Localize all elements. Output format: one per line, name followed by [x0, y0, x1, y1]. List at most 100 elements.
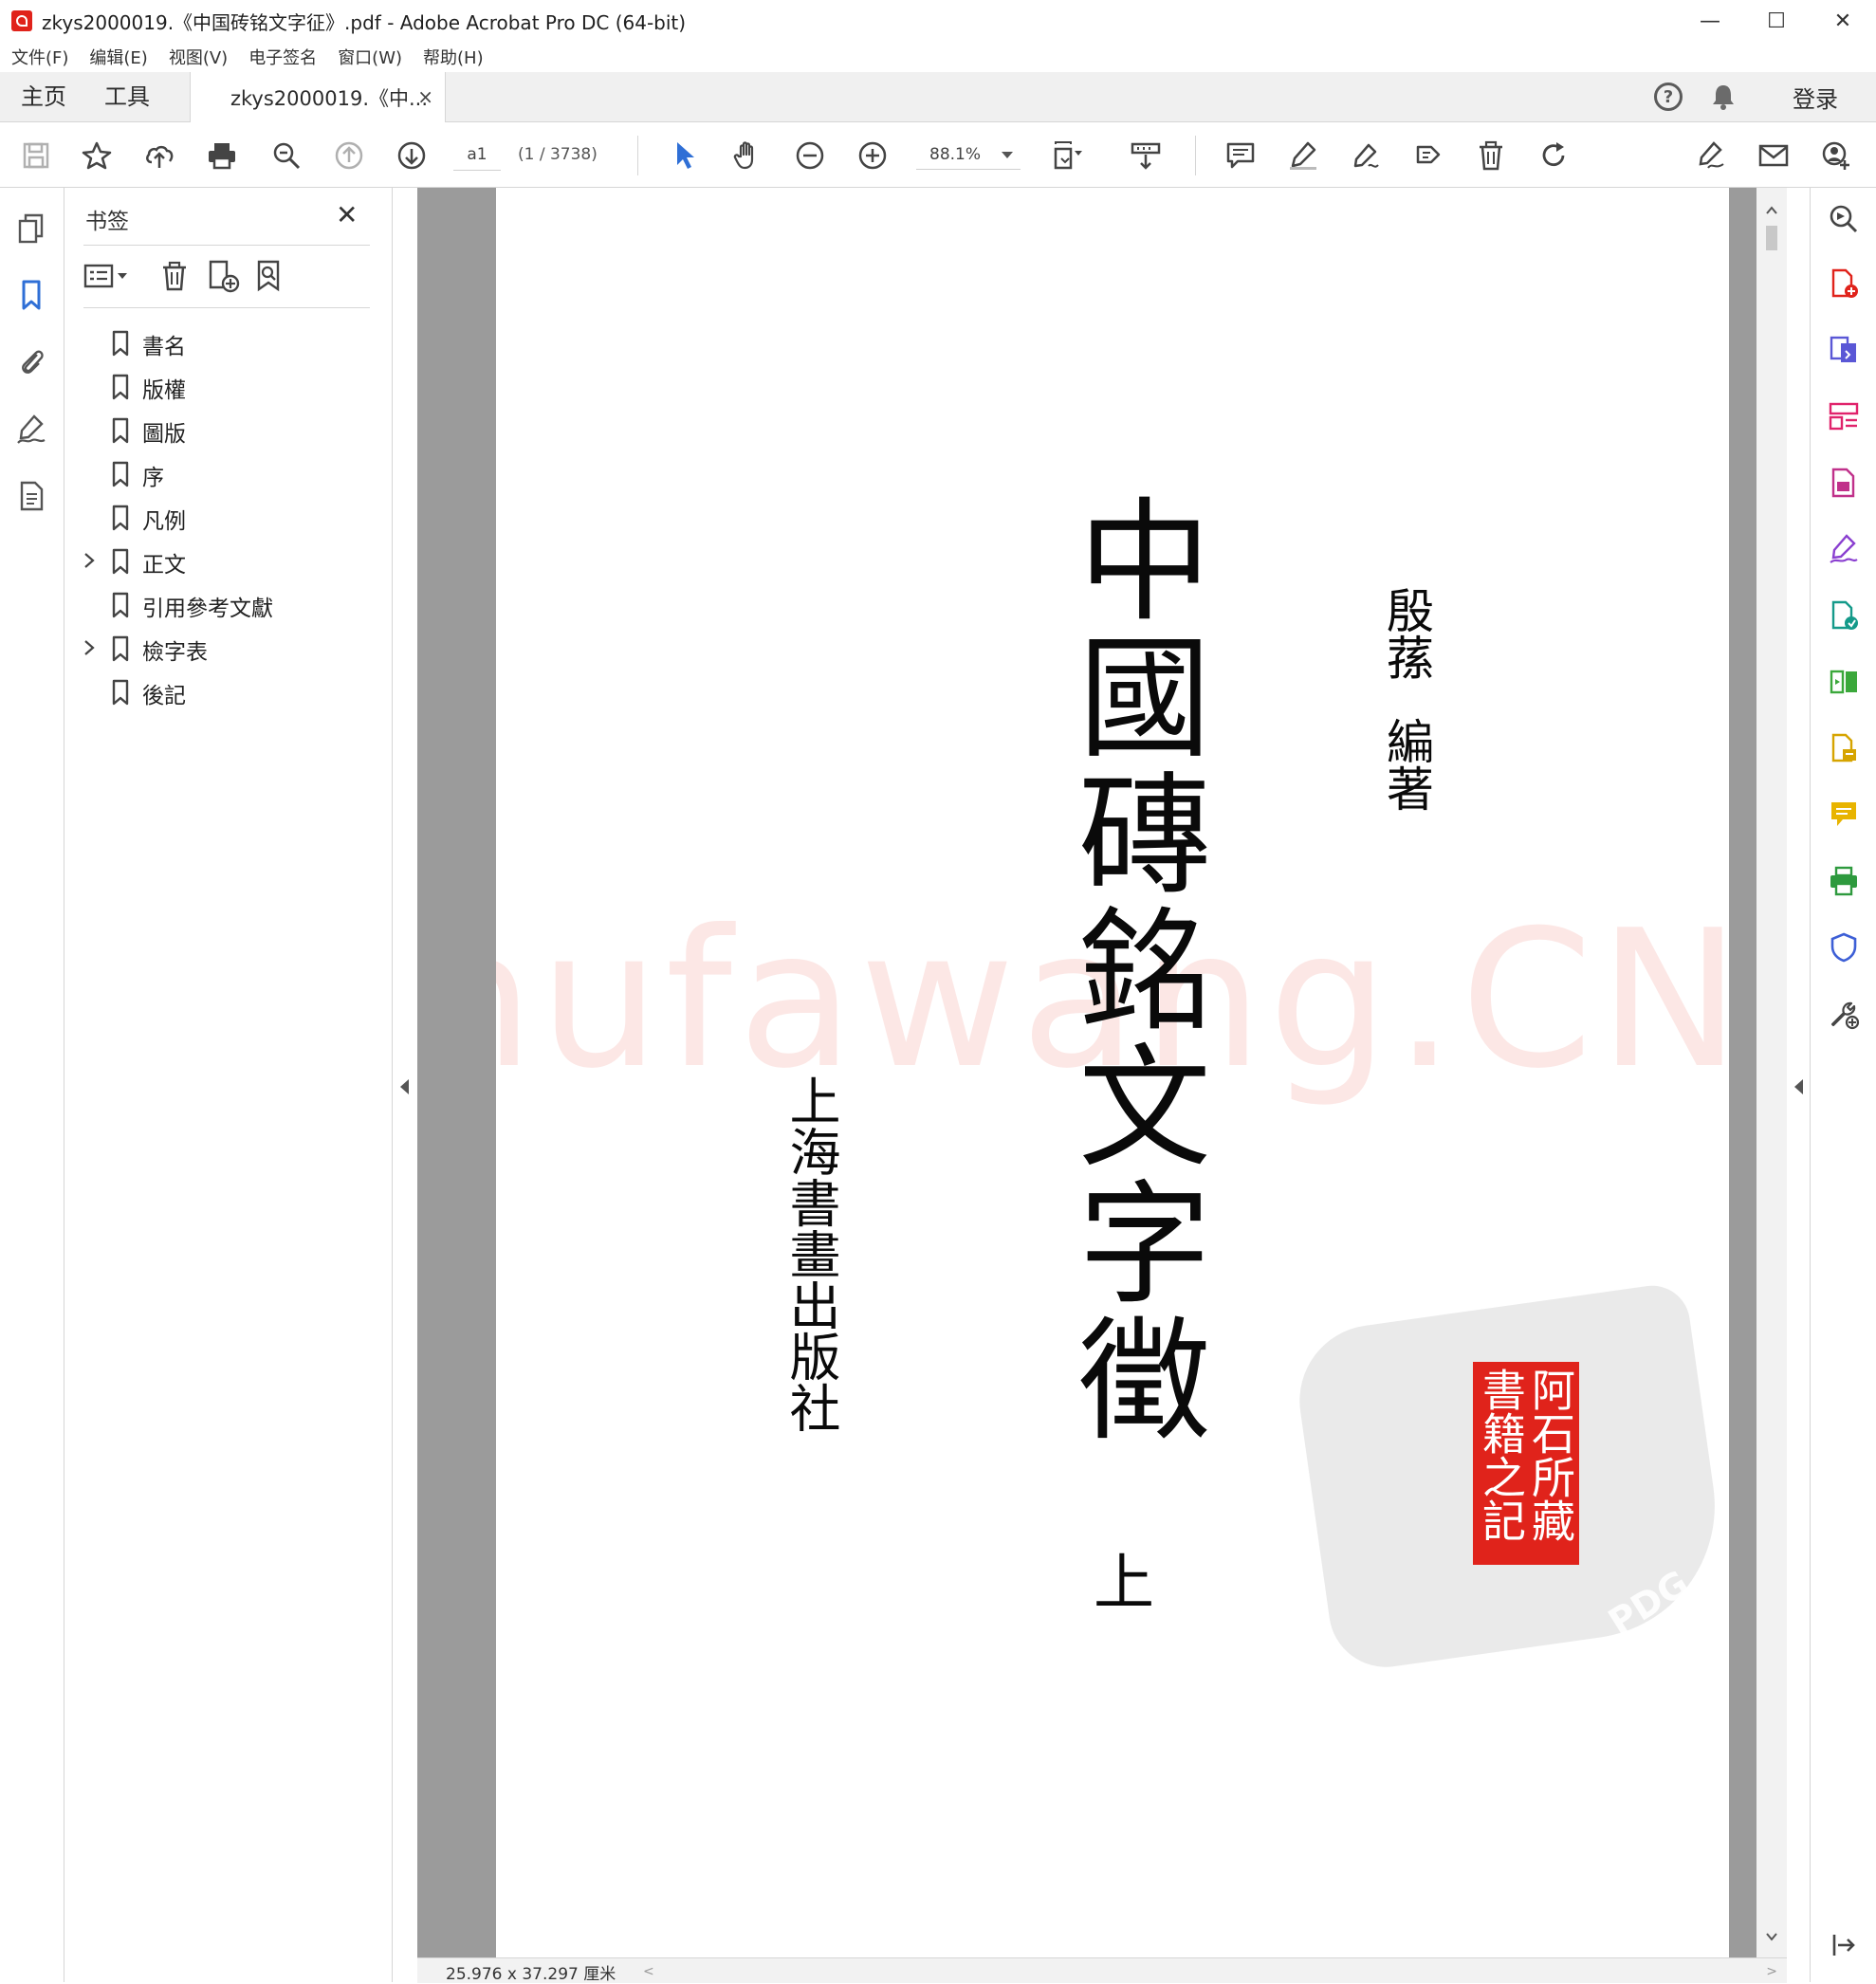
- save-icon[interactable]: [19, 138, 53, 173]
- star-icon[interactable]: [80, 138, 114, 173]
- bookmark-icon: [112, 635, 129, 662]
- bookmark-label: 書名: [142, 335, 186, 359]
- export-pdf-icon[interactable]: [1826, 332, 1862, 368]
- page-number-input[interactable]: a1: [453, 139, 501, 171]
- scroll-down-icon[interactable]: [1764, 1929, 1779, 1944]
- select-cursor-icon[interactable]: [668, 138, 702, 173]
- publisher-name: 上海書畫出版社: [781, 1075, 840, 1433]
- previous-page-icon[interactable]: [332, 138, 366, 173]
- toolbar-separator: [1195, 136, 1196, 175]
- fit-page-icon[interactable]: [1051, 138, 1085, 173]
- protect-shield-icon[interactable]: [1826, 929, 1862, 965]
- share-user-icon[interactable]: [1819, 138, 1853, 173]
- minimize-button[interactable]: —: [1677, 0, 1743, 42]
- mail-icon[interactable]: [1756, 138, 1791, 173]
- attachment-paperclip-icon[interactable]: [13, 343, 49, 379]
- menu-window[interactable]: 窗口(W): [326, 45, 412, 69]
- document-viewer: Shufawang.CN PDG 中國磚銘文字徵 殷蓀 編著 上海書畫出版社 上…: [393, 188, 1810, 1984]
- close-window-button[interactable]: ✕: [1810, 0, 1876, 42]
- bookmark-item[interactable]: 凡例: [64, 495, 392, 539]
- bookmark-panel-icon[interactable]: [13, 277, 49, 313]
- protect-file-icon[interactable]: [1826, 730, 1862, 766]
- fill-sign-icon[interactable]: [1694, 138, 1728, 173]
- tab-bar: 主页 工具 zkys2000019.《中... × ? 登录: [0, 72, 1876, 122]
- new-bookmark-icon[interactable]: [203, 256, 243, 296]
- scroll-right-icon[interactable]: >: [1766, 1964, 1777, 1979]
- zoom-level-select[interactable]: 88.1%: [916, 139, 1021, 170]
- bookmark-item[interactable]: 檢字表: [64, 626, 392, 670]
- stamp-icon[interactable]: [1411, 138, 1445, 173]
- page-count: (1 / 3738): [518, 145, 598, 164]
- zoom-out-icon[interactable]: [793, 138, 827, 173]
- document-content-icon[interactable]: [13, 478, 49, 514]
- delete-icon[interactable]: [1474, 138, 1508, 173]
- send-for-signature-icon[interactable]: [1826, 597, 1862, 634]
- fill-and-sign-icon[interactable]: [1826, 531, 1862, 567]
- find-bookmark-icon[interactable]: [250, 256, 290, 296]
- zoom-in-icon[interactable]: [855, 138, 890, 173]
- book-title: 中國磚銘文字徵: [1056, 491, 1210, 1447]
- bookmark-item[interactable]: 序: [64, 451, 392, 495]
- scrollbar-thumb[interactable]: [1766, 226, 1777, 250]
- comment-panel-icon[interactable]: [1826, 797, 1862, 833]
- search-zoom-icon[interactable]: [1826, 201, 1862, 237]
- print-production-icon[interactable]: [1826, 863, 1862, 899]
- highlight-pen-icon[interactable]: [1286, 138, 1320, 173]
- bookmark-label: 檢字表: [142, 640, 208, 665]
- close-panel-button[interactable]: ✕: [336, 199, 358, 230]
- chevron-right-icon[interactable]: [82, 550, 97, 571]
- search-zoom-icon[interactable]: [269, 138, 303, 173]
- menu-edit[interactable]: 编辑(E): [78, 45, 156, 69]
- bookmark-label: 後記: [142, 684, 186, 708]
- menu-view[interactable]: 视图(V): [157, 45, 237, 69]
- tab-document[interactable]: zkys2000019.《中... ×: [190, 72, 446, 122]
- bookmark-item[interactable]: 書名: [64, 321, 392, 364]
- page-dimensions: 25.976 x 37.297 厘米: [446, 1965, 616, 1984]
- cloud-upload-icon[interactable]: [142, 138, 176, 173]
- bookmark-label: 圖版: [142, 422, 186, 447]
- create-pdf-icon[interactable]: [1826, 266, 1862, 302]
- bookmark-item[interactable]: 引用參考文獻: [64, 582, 392, 626]
- organize-pages-icon[interactable]: [1826, 398, 1862, 434]
- login-button[interactable]: 登录: [1793, 81, 1838, 114]
- help-icon[interactable]: ?: [1654, 83, 1683, 111]
- tab-close-button[interactable]: ×: [417, 85, 433, 108]
- collapse-left-panel-icon[interactable]: [400, 1079, 409, 1094]
- signature-pen-icon[interactable]: [13, 412, 49, 448]
- more-tools-icon[interactable]: [1826, 996, 1862, 1032]
- tab-tools[interactable]: 工具: [104, 72, 150, 121]
- window-title: zkys2000019.《中国砖铭文字征》.pdf - Adobe Acroba…: [42, 10, 687, 34]
- menu-file[interactable]: 文件(F): [0, 45, 78, 69]
- bell-icon[interactable]: [1711, 83, 1736, 110]
- scroll-up-icon[interactable]: [1764, 203, 1779, 218]
- scroll-mode-icon[interactable]: [1129, 138, 1163, 173]
- bookmark-icon: [112, 548, 129, 575]
- hand-tool-icon[interactable]: [730, 138, 764, 173]
- menu-help[interactable]: 帮助(H): [412, 45, 493, 69]
- print-icon[interactable]: [205, 138, 239, 173]
- page-thumbnails-icon[interactable]: [13, 211, 49, 247]
- maximize-button[interactable]: ☐: [1743, 0, 1810, 42]
- rotate-icon[interactable]: [1536, 138, 1571, 173]
- tab-home[interactable]: 主页: [21, 72, 66, 121]
- vertical-scrollbar[interactable]: [1756, 188, 1787, 1957]
- scroll-left-icon[interactable]: <: [643, 1964, 654, 1979]
- chevron-right-icon[interactable]: [82, 637, 97, 658]
- bookmark-item[interactable]: 後記: [64, 670, 392, 713]
- tab-bar-right: ? 登录: [1654, 72, 1876, 121]
- volume-label: 上: [1094, 1549, 1154, 1619]
- delete-bookmark-icon[interactable]: [155, 256, 194, 296]
- bookmark-options-menu[interactable]: [83, 256, 135, 296]
- bookmark-item[interactable]: 圖版: [64, 408, 392, 451]
- bookmark-item[interactable]: 正文: [64, 539, 392, 582]
- menu-esign[interactable]: 电子签名: [237, 45, 326, 69]
- bookmark-item[interactable]: 版權: [64, 364, 392, 408]
- collapse-right-panel-icon[interactable]: [1794, 1079, 1803, 1094]
- page-background: Shufawang.CN PDG 中國磚銘文字徵 殷蓀 編著 上海書畫出版社 上…: [417, 188, 1756, 1957]
- compare-files-icon[interactable]: [1826, 664, 1862, 700]
- sign-pen-icon[interactable]: [1349, 138, 1383, 173]
- comment-icon[interactable]: [1223, 138, 1258, 173]
- edit-pdf-icon[interactable]: [1826, 465, 1862, 501]
- next-page-icon[interactable]: [395, 138, 429, 173]
- expand-panel-icon[interactable]: [1826, 1927, 1862, 1963]
